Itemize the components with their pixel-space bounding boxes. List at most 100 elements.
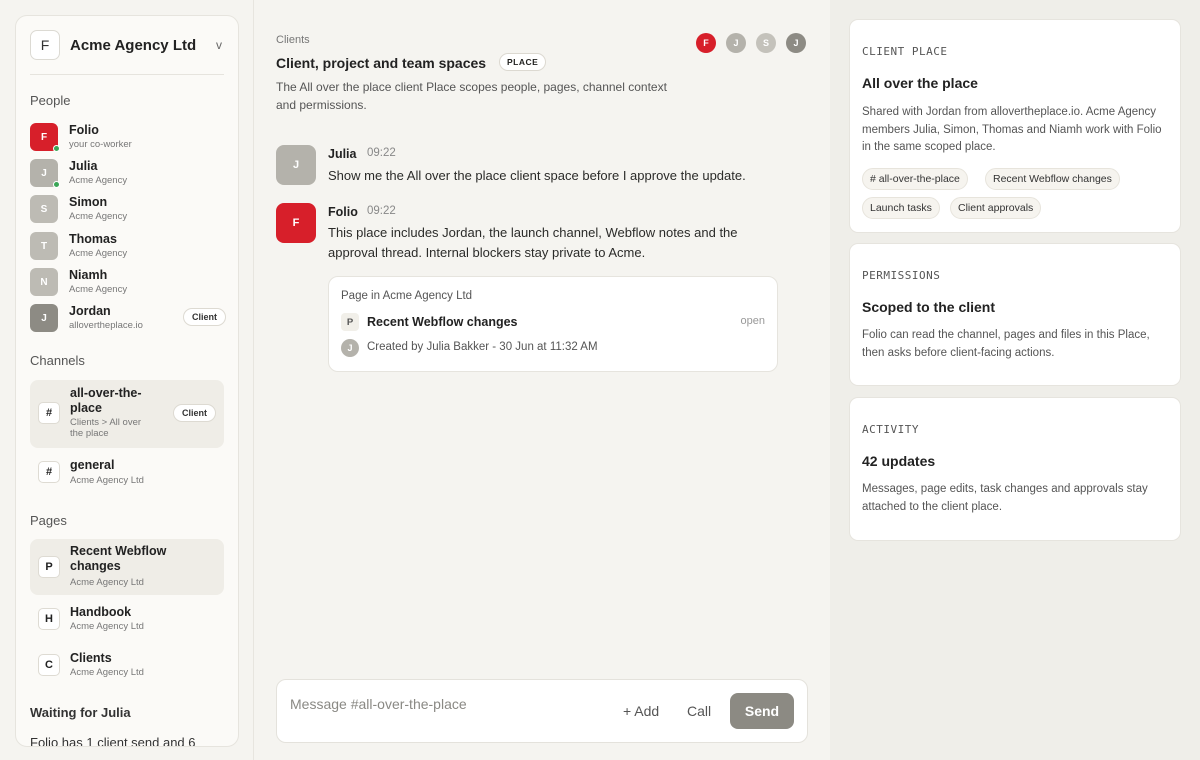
chevron-down-icon[interactable]: v [216, 38, 222, 52]
avatar: N [30, 268, 58, 296]
person-subtitle: Acme Agency [69, 248, 128, 259]
person-niamh[interactable]: N Niamh Acme Agency [30, 268, 226, 298]
online-indicator [53, 145, 60, 152]
page-handbook[interactable]: H Handbook Acme Agency Ltd [30, 602, 224, 642]
chip-approvals[interactable]: Client approvals [950, 197, 1042, 219]
message-author: Folio [328, 205, 358, 219]
person-thomas[interactable]: T Thomas Acme Agency [30, 232, 226, 262]
page-reference-card[interactable]: Page in Acme Agency Ltd P Recent Webflow… [328, 276, 778, 372]
message-time: 09:22 [367, 147, 396, 159]
channel-all-over-the-place[interactable]: # all-over-the- place Clients > All over… [30, 380, 224, 448]
chip-tasks[interactable]: Launch tasks [862, 197, 940, 219]
page-sub: Acme Agency Ltd [70, 577, 144, 588]
card-label: ACTIVITY [862, 423, 919, 436]
person-subtitle: allovertheplace.io [69, 320, 143, 331]
message-text: This place includes Jordan, the launch c… [328, 225, 738, 260]
chip-channel[interactable]: # all-over-the-place [862, 168, 968, 190]
waiting-text: Folio has 1 client send and 6 tasks held… [30, 735, 196, 747]
permissions-card: PERMISSIONS Scoped to the client Folio c… [849, 243, 1181, 386]
page-icon: C [38, 654, 60, 676]
channel-sub-line1: Clients > All over [70, 417, 142, 428]
person-julia[interactable]: J Julia Acme Agency [30, 159, 226, 189]
person-subtitle: Acme Agency [69, 175, 128, 186]
conversation-panel: Clients Client, project and team spaces … [254, 0, 830, 760]
pages-heading: Pages [30, 513, 67, 528]
person-subtitle: Acme Agency [69, 211, 128, 222]
person-name: Julia [69, 159, 98, 173]
page-name-line2: changes [70, 559, 121, 573]
person-folio[interactable]: F Folio your co-worker [30, 123, 226, 153]
member-avatar[interactable]: J [726, 33, 746, 53]
channel-name: general [70, 458, 115, 472]
client-place-card: CLIENT PLACE All over the place Shared w… [849, 19, 1181, 233]
page-card-title: Recent Webflow changes [367, 315, 518, 329]
add-button[interactable]: + Add [623, 703, 659, 719]
page-name-line1: Recent Webflow [70, 544, 167, 558]
channel-general[interactable]: # general Acme Agency Ltd [30, 456, 224, 492]
workspace-name: Acme Agency Ltd [70, 37, 197, 54]
breadcrumb[interactable]: Clients [276, 34, 310, 46]
card-title: 42 updates [862, 453, 936, 469]
avatar: J [30, 304, 58, 332]
card-title: All over the place [862, 75, 978, 91]
page-title: Client, project and team spaces [276, 55, 487, 71]
workspace-logo: F [30, 30, 60, 60]
page-name: Clients [70, 651, 112, 665]
avatar: T [30, 232, 58, 260]
activity-card: ACTIVITY 42 updates Messages, page edits… [849, 397, 1181, 541]
person-name: Folio [69, 123, 99, 137]
page-sub: Acme Agency Ltd [70, 621, 144, 632]
send-button[interactable]: Send [730, 693, 794, 729]
card-title: Scoped to the client [862, 299, 996, 315]
person-name: Jordan [69, 304, 111, 318]
waiting-heading: Waiting for Julia [30, 705, 131, 720]
sidebar: F Acme Agency Ltd v People F Folio your … [15, 15, 239, 747]
channel-sub-line2: the place [70, 428, 109, 439]
page-icon: P [38, 556, 60, 578]
message-author: Julia [328, 147, 357, 161]
avatar: F [276, 203, 316, 243]
card-label: PERMISSIONS [862, 269, 941, 282]
online-indicator [53, 181, 60, 188]
avatar: J [276, 145, 316, 185]
channels-heading: Channels [30, 353, 85, 368]
page-sub: Acme Agency Ltd [70, 667, 144, 678]
channel-sub: Acme Agency Ltd [70, 475, 144, 486]
channel-name-line1: all-over-the- [70, 386, 142, 400]
person-name: Niamh [69, 268, 108, 282]
open-link[interactable]: open [741, 315, 765, 327]
message-input[interactable]: Message #all-over-the-place [290, 696, 467, 712]
sidebar-region: F Acme Agency Ltd v People F Folio your … [0, 0, 254, 760]
channel-name-line2: place [70, 401, 102, 415]
place-badge: PLACE [499, 53, 547, 71]
page-clients[interactable]: C Clients Acme Agency Ltd [30, 648, 224, 688]
page-description: The All over the place client Place scop… [276, 80, 667, 112]
member-avatar[interactable]: J [786, 33, 806, 53]
author-avatar: J [341, 339, 359, 357]
person-simon[interactable]: S Simon Acme Agency [30, 195, 226, 225]
details-panel: CLIENT PLACE All over the place Shared w… [830, 0, 1200, 760]
card-description: Shared with Jordan from allovertheplace.… [862, 106, 1162, 153]
hash-icon: # [38, 402, 60, 424]
message-text: Show me the All over the place client sp… [328, 168, 746, 183]
message-time: 09:22 [367, 205, 396, 217]
member-avatar[interactable]: S [756, 33, 776, 53]
person-subtitle: your co-worker [69, 139, 132, 150]
person-name: Simon [69, 195, 108, 209]
call-button[interactable]: Call [687, 703, 711, 719]
people-heading: People [30, 93, 71, 108]
workspace-switcher[interactable]: F Acme Agency Ltd v [30, 30, 224, 75]
message-composer: Message #all-over-the-place + Add Call S… [276, 679, 808, 743]
member-avatar[interactable]: F [696, 33, 716, 53]
page-icon: P [341, 313, 359, 331]
page-recent-webflow-changes[interactable]: P Recent Webflow changes Acme Agency Ltd [30, 539, 224, 595]
page-icon: H [38, 608, 60, 630]
page-card-label: Page in Acme Agency Ltd [341, 290, 473, 302]
client-badge: Client [182, 308, 226, 326]
client-badge: Client [172, 404, 216, 422]
card-label: CLIENT PLACE [862, 45, 948, 58]
page-name: Handbook [70, 605, 132, 619]
card-description: Messages, page edits, task changes and a… [862, 483, 1148, 513]
chip-page[interactable]: Recent Webflow changes [985, 168, 1120, 190]
person-jordan[interactable]: J Jordan allovertheplace.io Client [30, 304, 226, 334]
